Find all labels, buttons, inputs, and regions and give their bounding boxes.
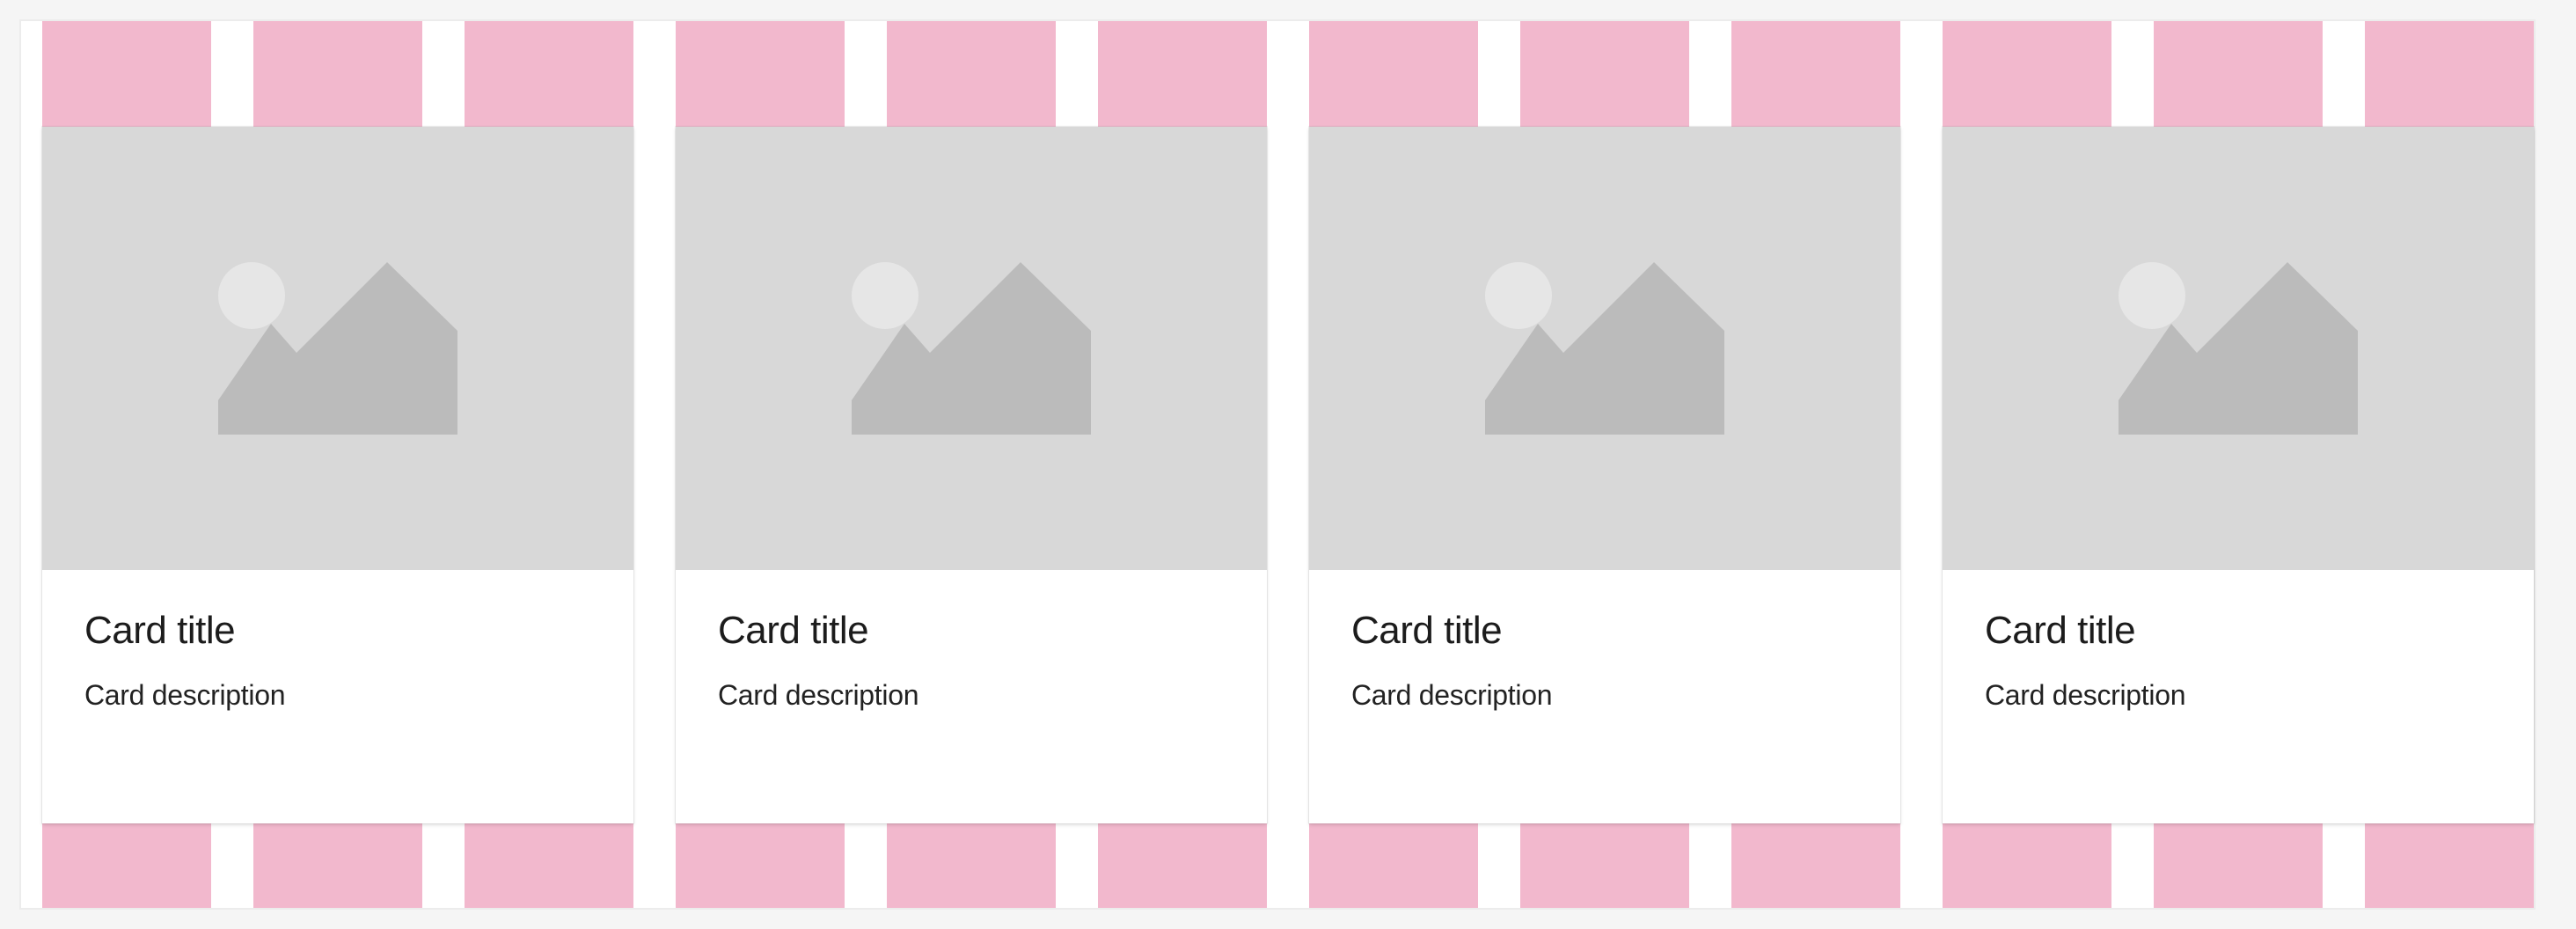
card-title: Card title — [1985, 609, 2136, 652]
card-title: Card title — [84, 609, 236, 652]
image-placeholder-icon — [2119, 262, 2358, 435]
card-title: Card title — [718, 609, 869, 652]
card-image — [1309, 127, 1900, 570]
card-title: Card title — [1351, 609, 1503, 652]
image-placeholder-icon — [218, 262, 457, 435]
card-description: Card description — [1351, 679, 1553, 711]
card[interactable]: Card title Card description — [676, 127, 1267, 823]
card-image — [1943, 127, 2534, 570]
card[interactable]: Card title Card description — [1943, 127, 2534, 823]
image-placeholder-icon — [852, 262, 1091, 435]
card[interactable]: Card title Card description — [42, 127, 633, 823]
card-row: Card title Card description Card title C… — [42, 127, 2555, 823]
card-description: Card description — [1985, 679, 2186, 711]
image-placeholder-icon — [1485, 262, 1724, 435]
card-description: Card description — [718, 679, 919, 711]
card-image — [42, 127, 633, 570]
card-image — [676, 127, 1267, 570]
card-description: Card description — [84, 679, 286, 711]
layout-frame: Card title Card description Card title C… — [21, 21, 2534, 908]
card[interactable]: Card title Card description — [1309, 127, 1900, 823]
